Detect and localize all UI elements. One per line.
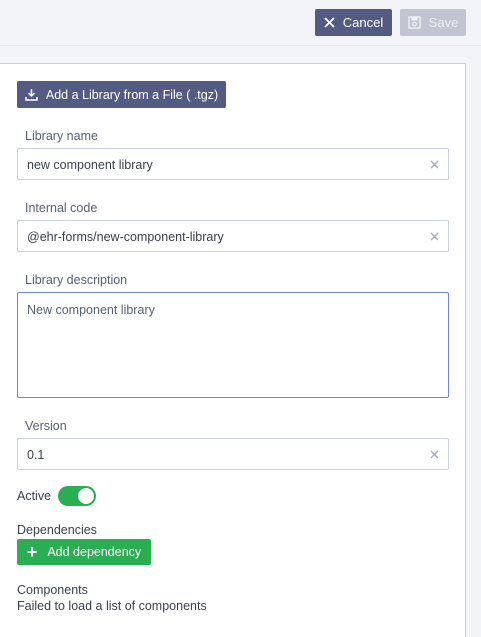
add-dependency-label: Add dependency bbox=[47, 545, 142, 559]
active-label: Active bbox=[17, 489, 52, 503]
cancel-label: Cancel bbox=[342, 15, 384, 30]
library-name-value: new component library bbox=[27, 158, 153, 172]
version-value: 0.1 bbox=[27, 448, 45, 462]
download-icon bbox=[25, 89, 38, 101]
toggle-knob bbox=[78, 488, 94, 504]
clear-icon[interactable] bbox=[429, 159, 440, 170]
version-input[interactable]: 0.1 bbox=[17, 438, 449, 470]
internal-code-label: Internal code bbox=[25, 201, 98, 215]
components-label: Components bbox=[17, 583, 88, 597]
close-icon bbox=[324, 17, 335, 28]
library-description-textarea[interactable]: New component library bbox=[17, 292, 449, 398]
library-description-label: Library description bbox=[25, 273, 128, 287]
cancel-button[interactable]: Cancel bbox=[315, 9, 392, 36]
dependencies-label: Dependencies bbox=[17, 523, 97, 537]
active-toggle[interactable] bbox=[58, 486, 96, 506]
library-description-value: New component library bbox=[27, 303, 155, 317]
import-library-label: Add a Library from a File ( .tgz) bbox=[45, 87, 219, 102]
save-icon bbox=[407, 16, 421, 29]
internal-code-input[interactable]: @ehr-forms/new-component-library bbox=[17, 220, 449, 252]
internal-code-value: @ehr-forms/new-component-library bbox=[27, 230, 224, 244]
clear-icon[interactable] bbox=[429, 449, 440, 460]
library-name-label: Library name bbox=[25, 129, 98, 143]
clear-icon[interactable] bbox=[429, 231, 440, 242]
library-name-input[interactable]: new component library bbox=[17, 148, 449, 180]
version-label: Version bbox=[25, 419, 67, 433]
save-label: Save bbox=[428, 15, 459, 30]
components-error-text: Failed to load a list of components bbox=[17, 599, 207, 613]
import-library-button[interactable]: Add a Library from a File ( .tgz) bbox=[17, 81, 226, 108]
plus-icon: + bbox=[26, 542, 38, 562]
save-button[interactable]: Save bbox=[400, 9, 466, 36]
add-dependency-button[interactable]: + Add dependency bbox=[17, 539, 151, 565]
